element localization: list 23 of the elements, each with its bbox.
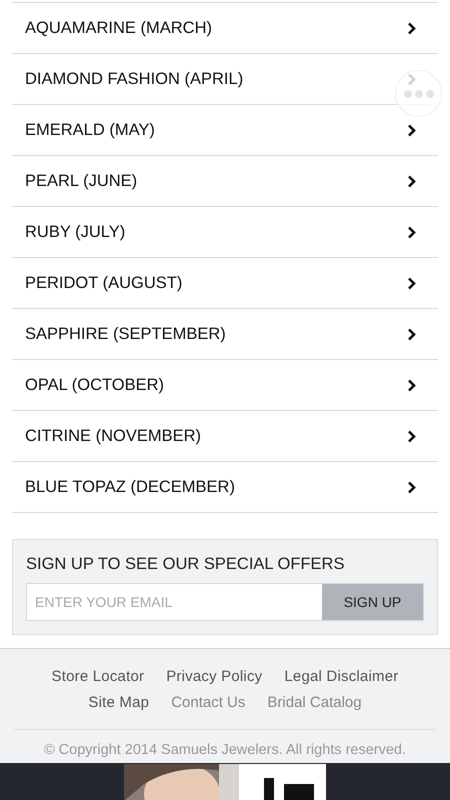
chevron-icon	[407, 22, 416, 34]
copyright-text: © Copyright 2014 Samuels Jewelers. All rights reserved.	[44, 742, 406, 758]
category-link[interactable]: RUBY (JULY)	[12, 207, 438, 258]
chevron-icon	[407, 480, 416, 494]
category-link[interactable]: BLUE TOPAZ (DECEMBER)	[12, 462, 438, 513]
chevron-icon	[407, 226, 416, 238]
footer-link[interactable]: Privacy Policy	[166, 668, 262, 684]
signup-title: SIGN UP TO SEE OUR SPECIAL OFFERS	[26, 555, 346, 574]
chevron-icon	[407, 378, 416, 392]
chevron-icon	[407, 430, 416, 442]
category-link[interactable]: PERIDOT (AUGUST)	[12, 258, 438, 309]
footer-link[interactable]: Legal Disclaimer	[284, 668, 398, 684]
chevron-icon	[407, 276, 416, 290]
category-link[interactable]: SAPPHIRE (SEPTEMBER)	[12, 309, 438, 360]
category-link[interactable]: CITRINE (NOVEMBER)	[12, 411, 438, 462]
chevron-icon	[407, 124, 416, 136]
footer-link[interactable]: Site Map	[88, 694, 150, 710]
category-link[interactable]: OPAL (OCTOBER)	[12, 360, 438, 411]
category-link[interactable]: AQUAMARINE (MARCH)	[12, 3, 438, 54]
footer-link[interactable]: Store Locator	[52, 668, 144, 684]
category-link[interactable]: PEARL (JUNE)	[12, 156, 438, 207]
chevron-icon	[407, 328, 416, 340]
chevron-icon	[407, 174, 416, 188]
